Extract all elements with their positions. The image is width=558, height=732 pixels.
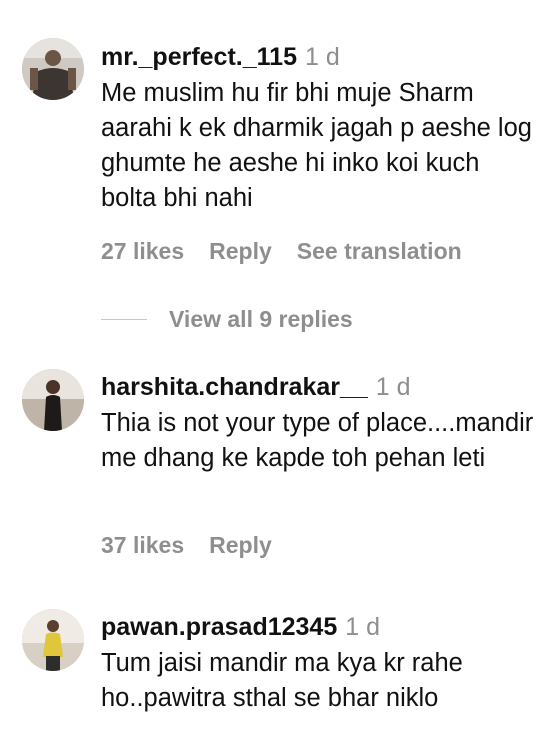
likes-count[interactable]: 27 likes [101,238,184,264]
timestamp: 1 d [345,613,381,641]
comment-text: Thia is not your type of place....mandir… [101,409,534,472]
avatar[interactable] [22,38,84,100]
see-translation-button[interactable]: See translation [297,238,462,264]
avatar-image [22,609,84,671]
reply-button[interactable]: Reply [209,238,272,264]
username[interactable]: pawan.prasad12345 [101,613,337,641]
timestamp: 1 d [304,43,340,71]
avatar[interactable] [22,609,84,671]
comment-text: Tum jaisi mandir ma kya kr rahe ho..pawi… [101,649,463,712]
replies-divider [101,318,147,320]
reply-button[interactable]: Reply [209,532,272,558]
view-replies-label: View all 9 replies [169,305,353,332]
avatar-image [22,38,84,100]
username[interactable]: harshita.chandrakar__ [101,373,368,401]
avatar-image [22,369,84,431]
timestamp: 1 d [375,373,411,401]
comment-text: Me muslim hu fir bhi muje Sharm aarahi k… [101,79,532,212]
username[interactable]: mr._perfect._115 [101,43,297,71]
avatar[interactable] [22,369,84,431]
view-replies-button[interactable]: View all 9 replies [101,306,353,332]
likes-count[interactable]: 37 likes [101,532,184,558]
